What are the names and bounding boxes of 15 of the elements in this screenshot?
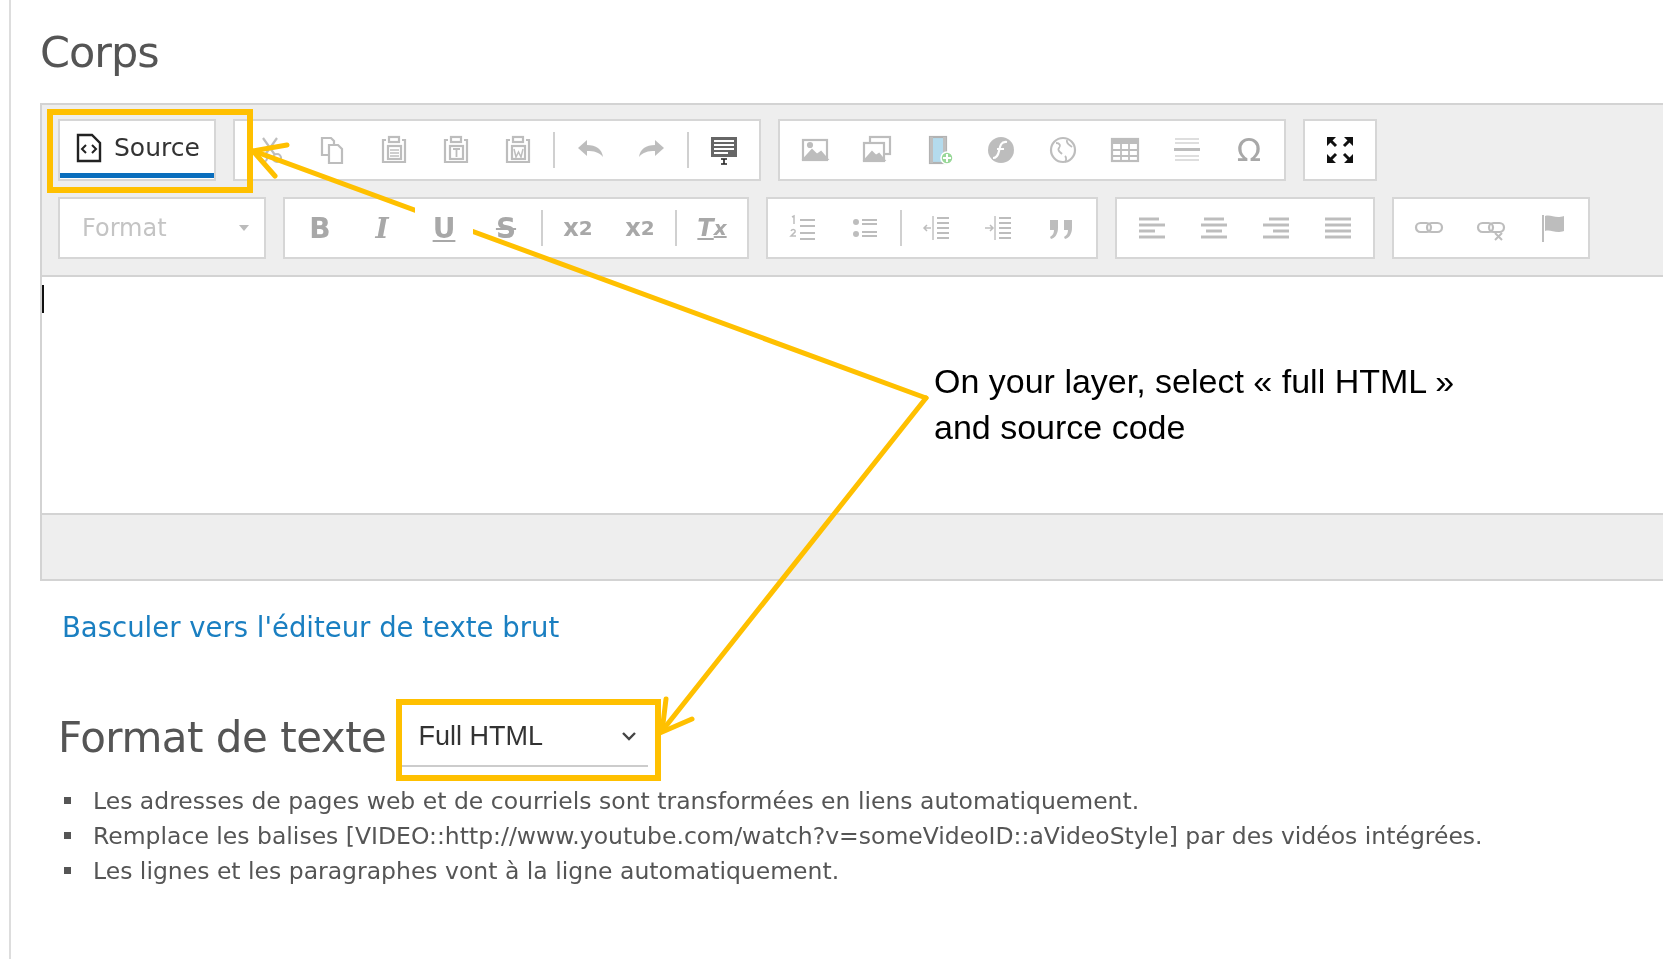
bullet-icon (64, 867, 71, 874)
plain-text-editor-link[interactable]: Basculer vers l'éditeur de texte brut (62, 611, 560, 643)
format-tip: Les adresses de pages web et de courriels sont transformées en liens automatiquement. (93, 786, 1140, 815)
caret-icon (238, 224, 250, 232)
code-file-icon (76, 132, 102, 163)
text-format-select[interactable]: Full HTML (398, 707, 649, 767)
bullet-icon (64, 832, 71, 839)
chevron-down-icon (620, 730, 639, 742)
annotation-text: On your layer, select « full HTML » and source code (934, 361, 1456, 448)
format-tip: Remplace les balises [VIDEO::http://www.youtube.com/watch?v=someVideoID::aVideoStyle] par des vidéos intégrées. (93, 821, 1483, 850)
field-heading: Corps (40, 28, 160, 76)
bullet-icon (64, 797, 71, 804)
text-cursor (42, 285, 44, 313)
text-format-label: Format de texte (58, 712, 387, 762)
format-tip: Les lignes et les paragraphes vont à la ligne automatiquement. (93, 856, 840, 885)
